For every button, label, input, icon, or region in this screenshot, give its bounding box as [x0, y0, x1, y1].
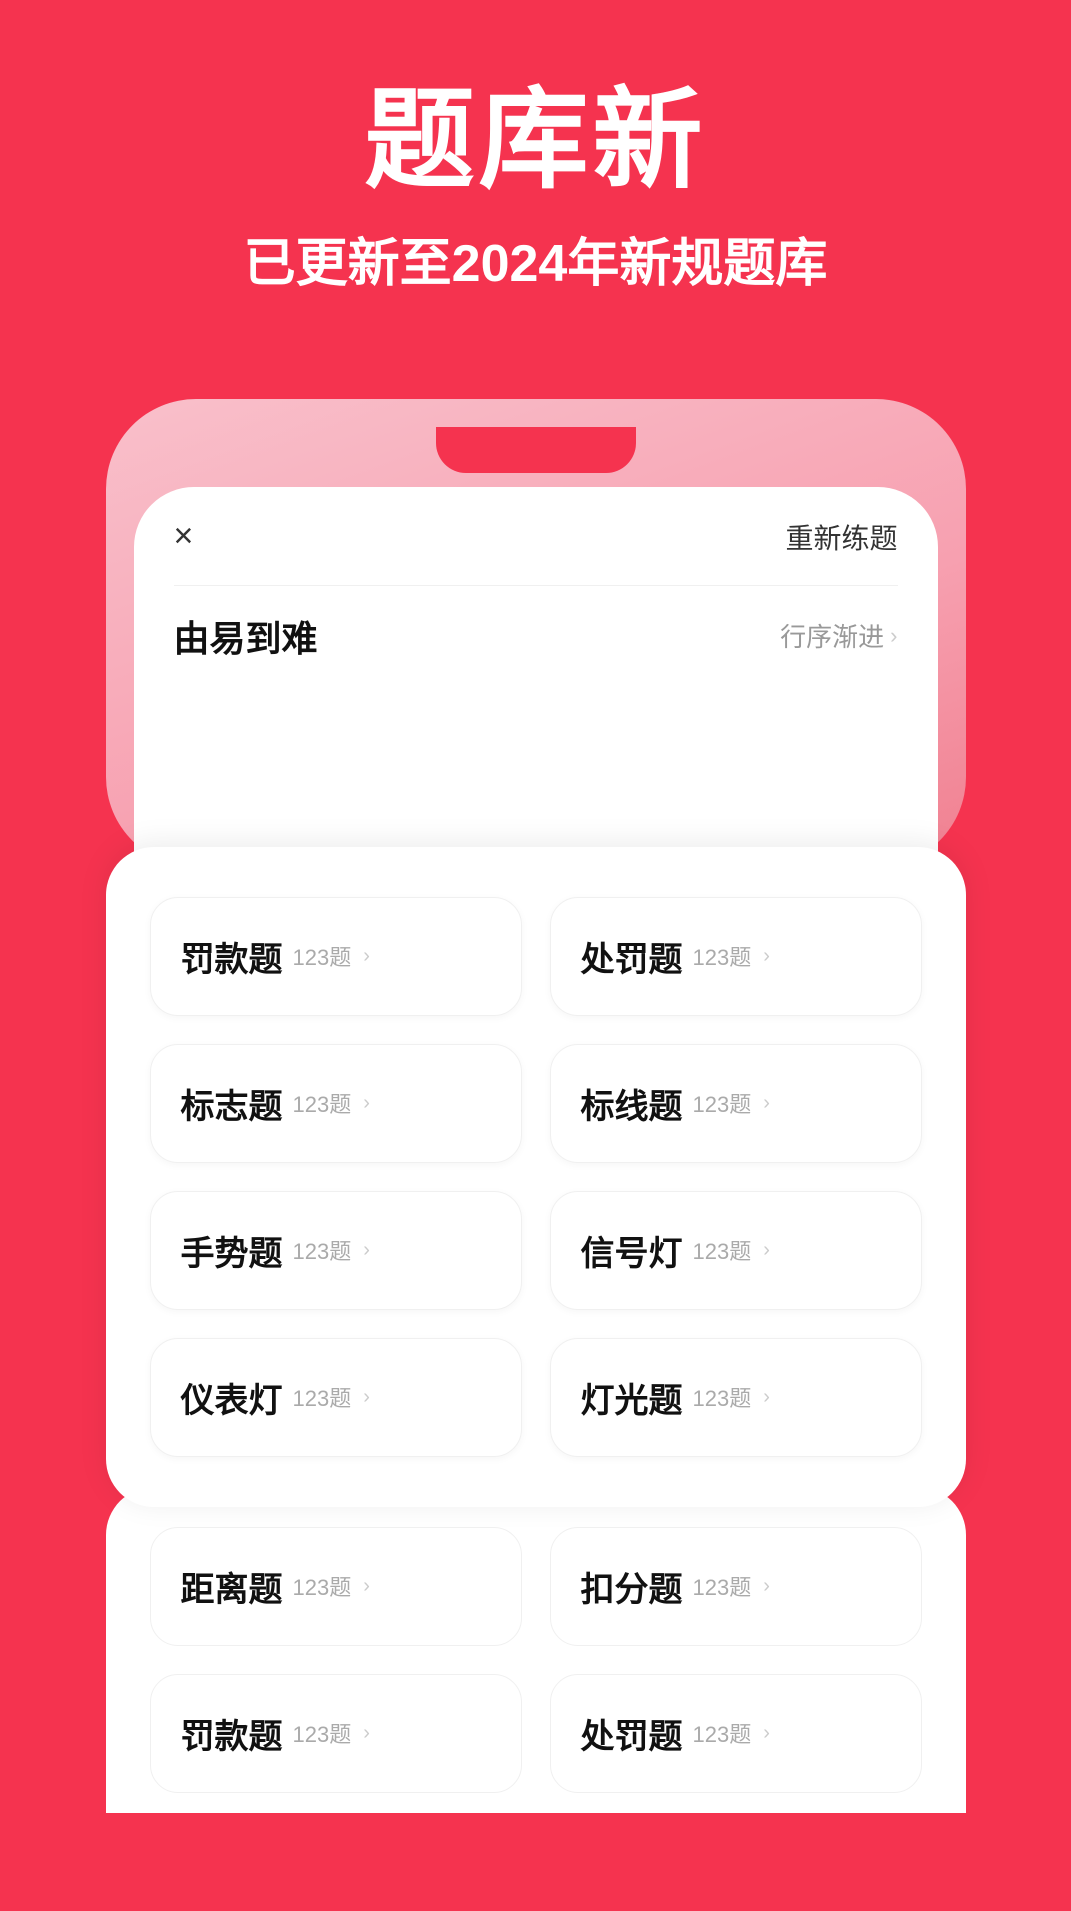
category-name: 处罚题	[581, 1709, 683, 1758]
phone-notch-bar	[134, 427, 938, 487]
category-item[interactable]: 信号灯 123题 ›	[550, 1191, 922, 1310]
category-count: 123题	[293, 1381, 352, 1413]
bottom-category-item[interactable]: 扣分题 123题 ›	[550, 1527, 922, 1646]
category-count: 123题	[693, 1381, 752, 1413]
bottom-category-item[interactable]: 距离题 123题 ›	[150, 1527, 522, 1646]
category-name: 扣分题	[581, 1562, 683, 1611]
category-chevron-icon: ›	[363, 1092, 370, 1115]
reset-button[interactable]: 重新练题	[785, 517, 897, 557]
category-item[interactable]: 罚款题 123题 ›	[150, 897, 522, 1016]
category-name: 标线题	[581, 1079, 683, 1128]
category-chevron-icon: ›	[763, 1722, 770, 1745]
phone-outer-shell: × 重新练题 由易到难 行序渐进 ›	[106, 399, 966, 867]
category-count: 123题	[693, 1717, 752, 1749]
category-count: 123题	[293, 1087, 352, 1119]
category-item[interactable]: 标志题 123题 ›	[150, 1044, 522, 1163]
hero-title: 题库新	[40, 80, 1031, 201]
category-item[interactable]: 灯光题 123题 ›	[550, 1338, 922, 1457]
category-chevron-icon: ›	[363, 1722, 370, 1745]
category-name: 标志题	[181, 1079, 283, 1128]
mode-row[interactable]: 由易到难 行序渐进 ›	[174, 585, 898, 686]
category-panel: 罚款题 123题 › 处罚题 123题 › 标志题 123题 › 标线题 123…	[106, 847, 966, 1507]
category-name: 距离题	[181, 1562, 283, 1611]
hero-subtitle: 已更新至2024年新规题库	[40, 231, 1031, 299]
category-count: 123题	[293, 1717, 352, 1749]
category-name: 仪表灯	[181, 1373, 283, 1422]
category-name: 灯光题	[581, 1373, 683, 1422]
bottom-partial-panel: 距离题 123题 › 扣分题 123题 › 罚款题 123题 › 处罚题 123…	[106, 1487, 966, 1813]
category-chevron-icon: ›	[363, 945, 370, 968]
category-chevron-icon: ›	[363, 1386, 370, 1409]
bottom-category-item[interactable]: 罚款题 123题 ›	[150, 1674, 522, 1793]
category-item[interactable]: 处罚题 123题 ›	[550, 897, 922, 1016]
category-chevron-icon: ›	[363, 1575, 370, 1598]
category-chevron-icon: ›	[763, 1575, 770, 1598]
phone-mockup: × 重新练题 由易到难 行序渐进 › 罚款题 123题 › 处罚题 123题 ›	[106, 399, 966, 1813]
category-item[interactable]: 标线题 123题 ›	[550, 1044, 922, 1163]
category-chevron-icon: ›	[363, 1239, 370, 1262]
category-count: 123题	[693, 1234, 752, 1266]
category-chevron-icon: ›	[763, 1092, 770, 1115]
phone-screen: × 重新练题 由易到难 行序渐进 ›	[134, 487, 938, 867]
category-count: 123题	[293, 1234, 352, 1266]
mode-sub: 行序渐进 ›	[780, 617, 897, 654]
bottom-category-item[interactable]: 处罚题 123题 ›	[550, 1674, 922, 1793]
category-count: 123题	[693, 940, 752, 972]
close-icon[interactable]: ×	[174, 517, 194, 556]
hero-section: 题库新 已更新至2024年新规题库	[0, 0, 1071, 339]
bottom-grid: 距离题 123题 › 扣分题 123题 › 罚款题 123题 › 处罚题 123…	[150, 1527, 922, 1793]
category-chevron-icon: ›	[763, 945, 770, 968]
category-grid: 罚款题 123题 › 处罚题 123题 › 标志题 123题 › 标线题 123…	[150, 897, 922, 1457]
category-name: 信号灯	[581, 1226, 683, 1275]
category-chevron-icon: ›	[763, 1239, 770, 1262]
screen-header: × 重新练题	[174, 517, 898, 557]
mode-label: 由易到难	[174, 610, 318, 662]
category-name: 处罚题	[581, 932, 683, 981]
chevron-icon: ›	[890, 623, 897, 649]
category-name: 手势题	[181, 1226, 283, 1275]
category-count: 123题	[293, 940, 352, 972]
category-name: 罚款题	[181, 1709, 283, 1758]
category-name: 罚款题	[181, 932, 283, 981]
category-count: 123题	[693, 1570, 752, 1602]
category-chevron-icon: ›	[763, 1386, 770, 1409]
category-count: 123题	[693, 1087, 752, 1119]
category-count: 123题	[293, 1570, 352, 1602]
category-item[interactable]: 手势题 123题 ›	[150, 1191, 522, 1310]
phone-notch	[436, 427, 636, 473]
category-item[interactable]: 仪表灯 123题 ›	[150, 1338, 522, 1457]
